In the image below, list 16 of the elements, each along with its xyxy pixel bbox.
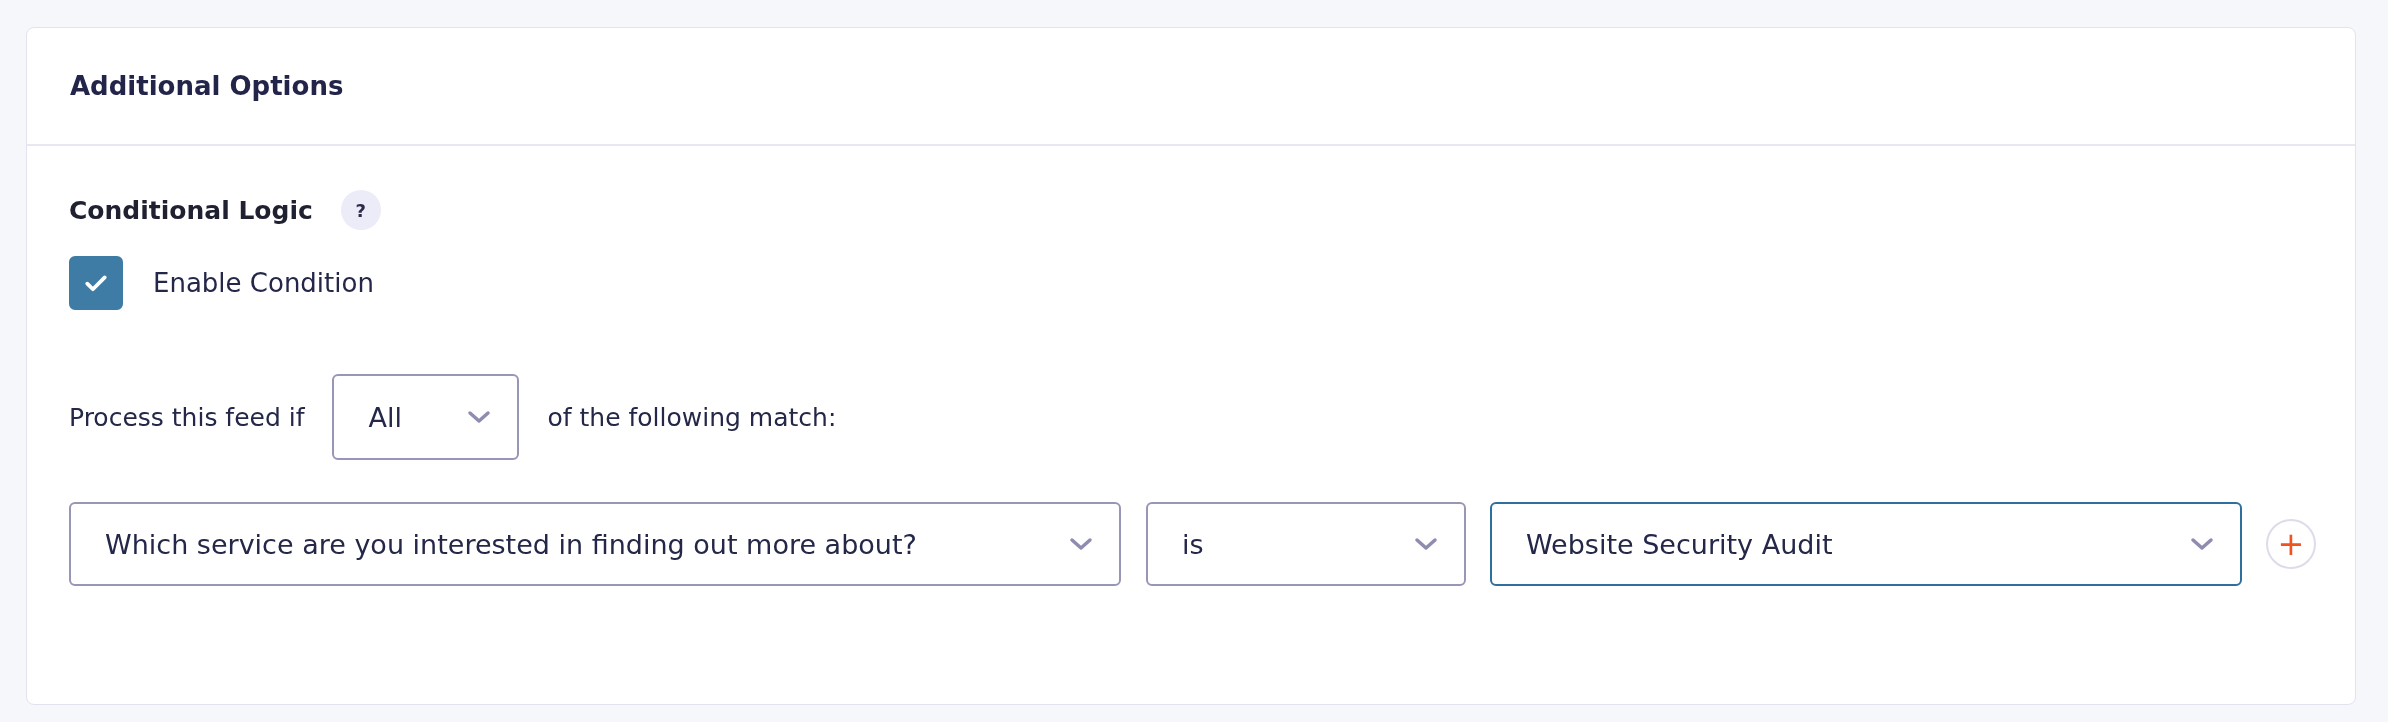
match-mode-select[interactable]: All (332, 374, 520, 460)
chevron-down-icon (467, 410, 492, 424)
chevron-down-icon (1069, 537, 1093, 551)
checkbox-label: Enable Condition (153, 268, 374, 298)
chevron-down-icon (1414, 537, 1438, 551)
match-suffix: of the following match: (547, 402, 837, 432)
panel-title: Additional Options (70, 71, 344, 101)
section-label: Conditional Logic (69, 195, 313, 225)
chevron-down-icon (2190, 537, 2214, 551)
operator-select[interactable]: is (1146, 502, 1466, 586)
match-prefix: Process this feed if (69, 402, 305, 432)
checkbox[interactable] (69, 256, 123, 310)
value-select[interactable]: Website Security Audit (1490, 502, 2242, 586)
field-select[interactable]: Which service are you interested in finding out more about? (69, 502, 1121, 586)
add-rule-button[interactable]: + (2266, 519, 2316, 569)
help-button[interactable]: ? (340, 190, 381, 230)
